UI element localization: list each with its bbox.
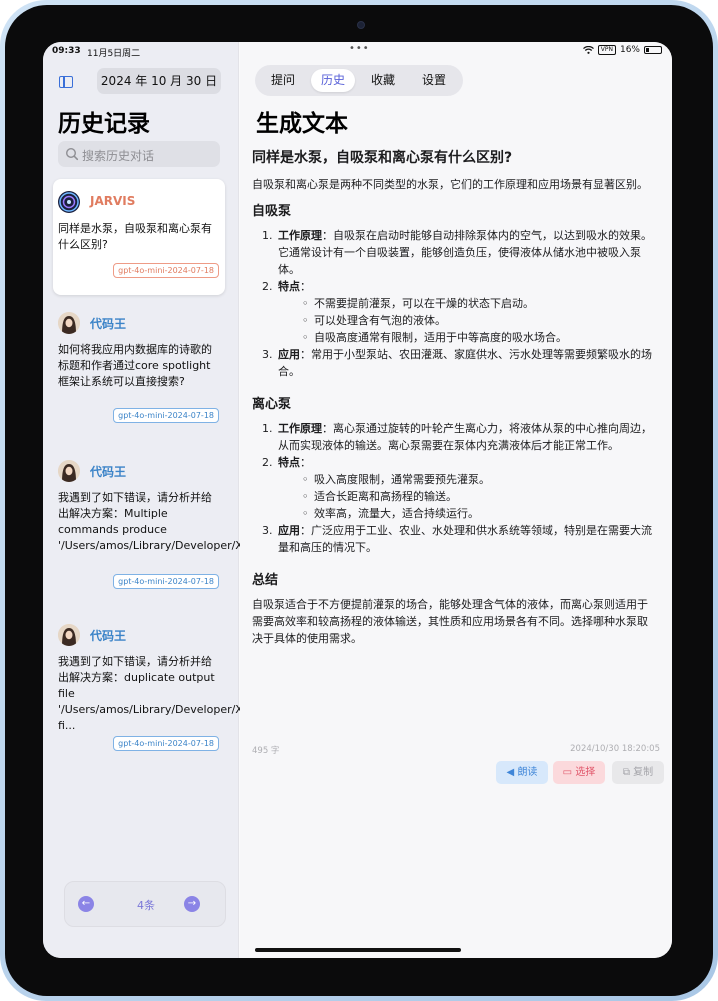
vpn-badge: VPN — [597, 45, 616, 55]
action-bar: ◀ 朗读 ▭ 选择 ⧉ 复制 — [240, 761, 672, 784]
sidebar-toggle-icon[interactable] — [59, 76, 73, 88]
feature-item: 自吸高度通常有限制，适用于中等高度的吸水场合。 — [278, 329, 657, 346]
main-panel: 提问 历史 收藏 设置 生成文本 同样是水泵，自吸泵和离心泵有什么区别? 自吸泵… — [240, 42, 672, 958]
history-item-name: 代码王 — [90, 465, 127, 479]
battery-icon — [644, 46, 662, 54]
intro-paragraph: 自吸泵和离心泵是两种不同类型的水泵，它们的工作原理和应用场景有显著区别。 — [252, 178, 648, 191]
ipad-frame: 09:33 11月5日周二 ••• VPN 16% 2024 年 10 月 30… — [0, 0, 718, 1001]
status-date: 11月5日周二 — [87, 49, 141, 59]
tab-favorites[interactable]: 收藏 — [361, 69, 405, 92]
speaker-icon: ◀ — [506, 767, 515, 778]
read-aloud-label: 朗读 — [517, 767, 538, 778]
list-item-text: ：广泛应用于工业、农业、水处理和供水系统等领域，特别是在需要大流量和高压的情况下… — [278, 524, 652, 554]
history-item-name: 代码王 — [90, 317, 127, 331]
model-tag: gpt-4o-mini-2024-07-18 — [113, 263, 219, 278]
feature-item: 可以处理含有气泡的液体。 — [278, 312, 657, 329]
user-avatar — [58, 460, 80, 482]
user-avatar — [58, 624, 80, 646]
list-item-text: ：常用于小型泵站、农田灌溉、家庭供水、污水处理等需要频繁吸水的场合。 — [278, 348, 652, 378]
feature-item: 不需要提前灌泵，可以在干燥的状态下启动。 — [278, 295, 657, 312]
list-item: 3. 应用：常用于小型泵站、农田灌溉、家庭供水、污水处理等需要频繁吸水的场合。 — [262, 348, 652, 378]
history-item[interactable]: 代码王 我遇到了如下错误，请分析并给出解决方案：duplicate output… — [53, 612, 412, 762]
generated-text: 同样是水泵，自吸泵和离心泵有什么区别? 自吸泵和离心泵是两种不同类型的水泵，它们… — [252, 148, 657, 655]
history-item-name: 代码王 — [90, 629, 127, 643]
status-time: 09:33 — [52, 46, 81, 56]
list-item: 1. 工作原理：自吸泵在启动时能够自动排除泵体内的空气，以达到吸水的效果。它通常设… — [262, 229, 652, 276]
timestamp: 2024/10/30 18:20:05 — [570, 744, 660, 754]
list-item-text: ：自吸泵在启动时能够自动排除泵体内的空气，以达到吸水的效果。它通常设计有一个自吸… — [278, 229, 652, 276]
jarvis-avatar — [58, 191, 80, 213]
copy-button[interactable]: ⧉ 复制 — [612, 761, 664, 784]
search-field[interactable]: 搜索历史对话 — [58, 141, 220, 167]
status-bar: 09:33 11月5日周二 ••• VPN 16% — [43, 42, 672, 60]
sidebar-title: 历史记录 — [58, 111, 150, 137]
user-avatar — [58, 312, 80, 334]
feature-item: 吸入高度限制，通常需要预先灌泵。 — [278, 471, 657, 488]
history-item[interactable]: JARVIS 同样是水泵，自吸泵和离心泵有什么区别? gpt-4o-mini-2… — [53, 179, 225, 295]
tab-bar: 提问 历史 收藏 设置 — [255, 65, 463, 96]
list-item-label: 工作原理 — [278, 229, 322, 242]
page-count: 4条 — [137, 899, 155, 912]
front-camera — [357, 21, 365, 29]
tab-settings[interactable]: 设置 — [412, 69, 456, 92]
battery-percent: 16% — [619, 45, 640, 55]
history-item-name: JARVIS — [90, 194, 136, 208]
history-item-question: 我遇到了如下错误，请分析并给出解决方案：Multiple commands pr… — [58, 491, 293, 552]
select-button[interactable]: ▭ 选择 — [553, 761, 605, 784]
model-tag: gpt-4o-mini-2024-07-18 — [113, 574, 219, 589]
select-icon: ▭ — [562, 767, 573, 778]
home-indicator[interactable] — [255, 948, 461, 952]
tab-history[interactable]: 历史 — [311, 69, 355, 92]
section-list: 1. 工作原理：离心泵通过旋转的叶轮产生离心力，将液体从泵的中心推向周边，从而实现… — [252, 420, 657, 556]
question-heading: 同样是水泵，自吸泵和离心泵有什么区别? — [252, 150, 513, 166]
read-aloud-button[interactable]: ◀ 朗读 — [496, 761, 548, 784]
section-heading: 离心泵 — [252, 397, 292, 412]
list-item-label: 应用 — [278, 348, 300, 361]
list-item: 2.特点： 不需要提前灌泵，可以在干燥的状态下启动。 可以处理含有气泡的液体。 … — [252, 278, 657, 346]
feature-item: 适合长距离和高扬程的输送。 — [278, 488, 657, 505]
multitasking-dots-icon[interactable]: ••• — [349, 43, 370, 54]
list-item-text: ：离心泵通过旋转的叶轮产生离心力，将液体从泵的中心推向周边，从而实现液体的输送。… — [278, 422, 652, 452]
word-count: 495 字 — [252, 746, 280, 756]
history-item[interactable]: 代码王 如何将我应用内数据库的诗歌的标题和作者通过core spotlight框… — [53, 300, 225, 435]
tab-ask[interactable]: 提问 — [261, 69, 305, 92]
search-icon — [65, 147, 79, 161]
history-item-question: 我遇到了如下错误，请分析并给出解决方案：duplicate output fil… — [58, 655, 412, 732]
list-item: 1. 工作原理：离心泵通过旋转的叶轮产生离心力，将液体从泵的中心推向周边，从而实现… — [262, 422, 652, 452]
history-item-question: 同样是水泵，自吸泵和离心泵有什么区别? — [58, 222, 212, 251]
prev-page-icon[interactable]: ← — [78, 896, 94, 912]
wifi-icon — [582, 46, 594, 54]
copy-label: 复制 — [633, 767, 654, 778]
model-tag: gpt-4o-mini-2024-07-18 — [113, 408, 219, 423]
page-title: 生成文本 — [256, 111, 348, 137]
list-item: 3. 应用：广泛应用于工业、农业、水处理和供水系统等领域，特别是在需要大流量和高压… — [262, 524, 652, 554]
feature-list: 吸入高度限制，通常需要预先灌泵。 适合长距离和高扬程的输送。 效率高，流量大，适… — [278, 471, 657, 522]
history-item[interactable]: 代码王 我遇到了如下错误，请分析并给出解决方案：Multiple command… — [53, 448, 293, 598]
screen: 09:33 11月5日周二 ••• VPN 16% 2024 年 10 月 30… — [43, 42, 672, 958]
history-item-question: 如何将我应用内数据库的诗歌的标题和作者通过core spotlight框架让系统… — [58, 343, 212, 388]
copy-icon: ⧉ — [622, 767, 630, 778]
list-item-label: 特点 — [278, 280, 300, 293]
list-item-label: 工作原理 — [278, 422, 322, 435]
summary-paragraph: 自吸泵适合于不方便提前灌泵的场合，能够处理含气体的液体，而离心泵则适用于需要高效… — [252, 598, 648, 645]
date-picker-button[interactable]: 2024 年 10 月 30 日 — [97, 68, 221, 94]
section-list: 1. 工作原理：自吸泵在启动时能够自动排除泵体内的空气，以达到吸水的效果。它通常设… — [252, 227, 657, 380]
list-item: 2.特点： 吸入高度限制，通常需要预先灌泵。 适合长距离和高扬程的输送。 效率高… — [252, 454, 657, 522]
section-heading: 自吸泵 — [252, 204, 292, 219]
list-item-label: 特点 — [278, 456, 300, 469]
list-item-label: 应用 — [278, 524, 300, 537]
next-page-icon[interactable]: → — [184, 896, 200, 912]
sidebar: 2024 年 10 月 30 日 历史记录 搜索历史对话 JARVIS 同样是水… — [43, 42, 412, 958]
feature-item: 效率高，流量大，适合持续运行。 — [278, 505, 657, 522]
section-heading: 总结 — [252, 573, 279, 588]
select-label: 选择 — [575, 767, 596, 778]
pager: ← 4条 → — [64, 881, 226, 927]
search-placeholder: 搜索历史对话 — [82, 149, 155, 163]
model-tag: gpt-4o-mini-2024-07-18 — [113, 736, 219, 751]
feature-list: 不需要提前灌泵，可以在干燥的状态下启动。 可以处理含有气泡的液体。 自吸高度通常… — [278, 295, 657, 346]
